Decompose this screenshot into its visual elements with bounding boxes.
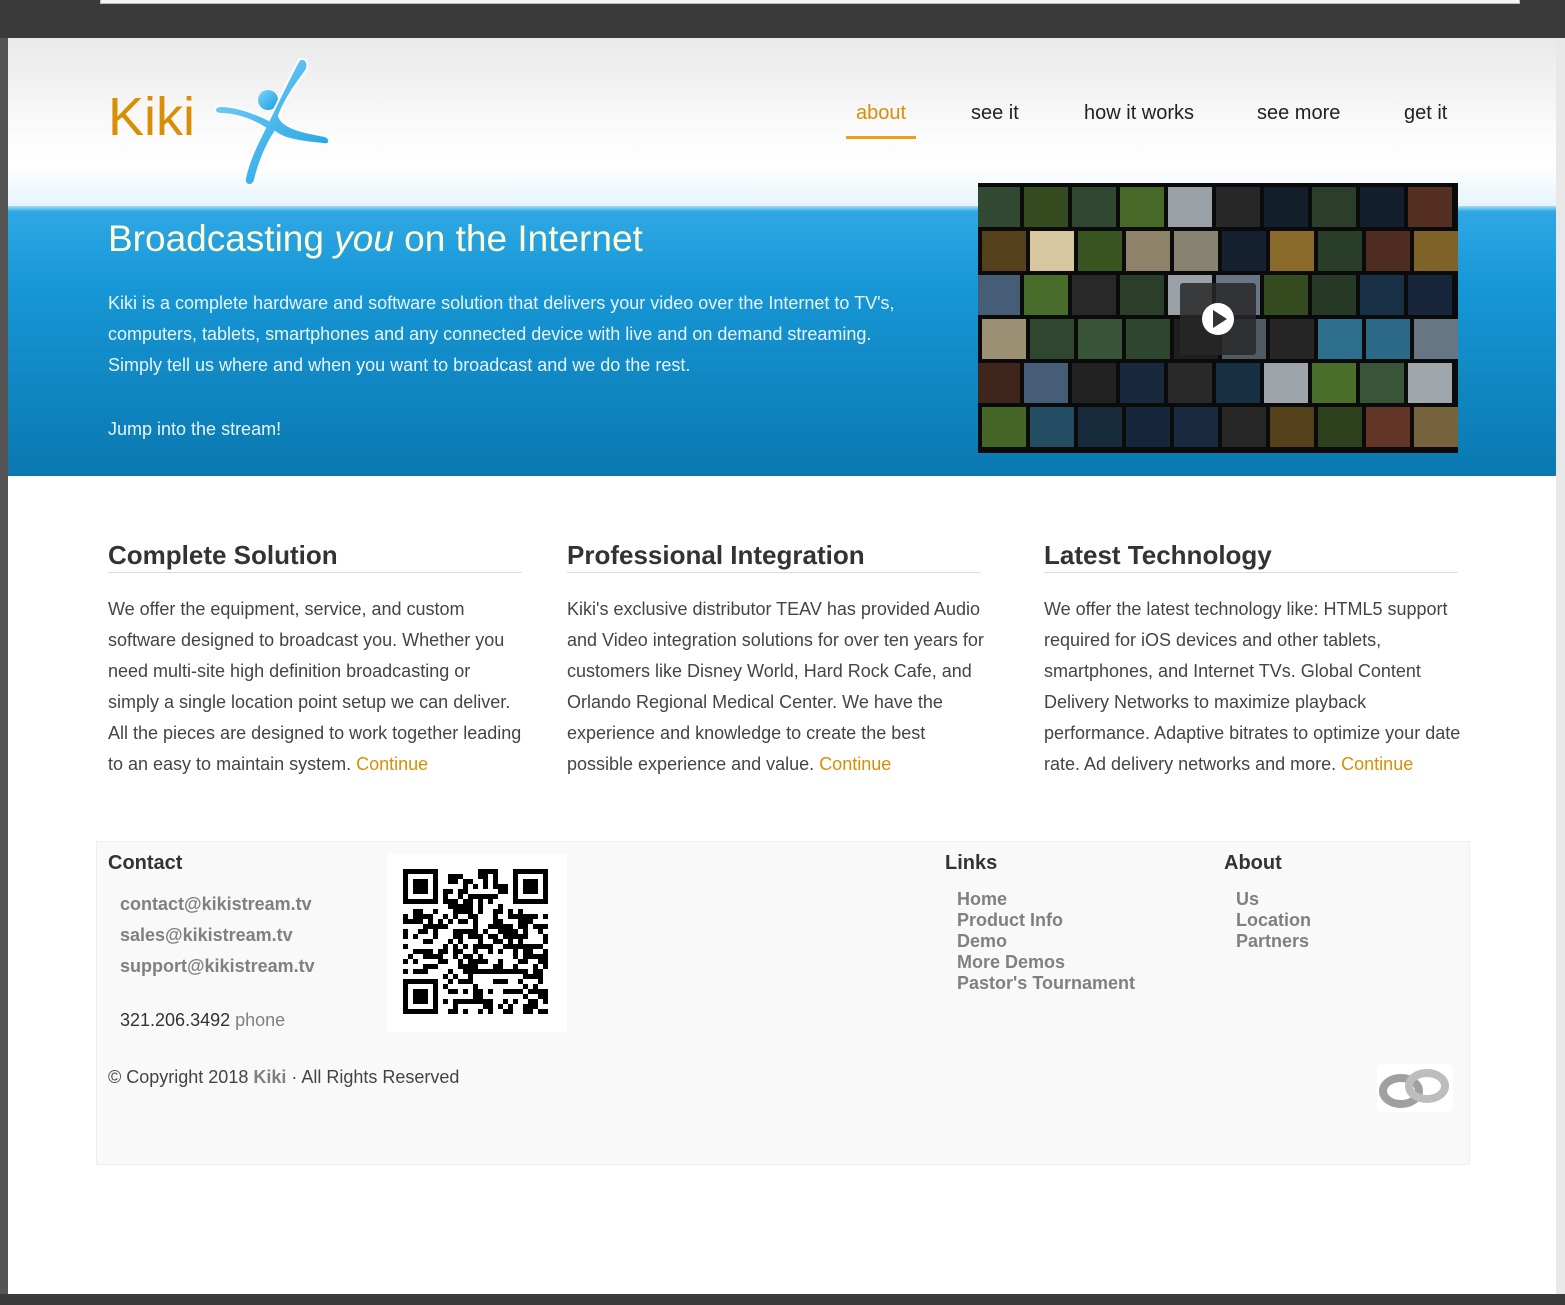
footer-link-demo[interactable]: Demo bbox=[957, 931, 1007, 952]
hero-title: Broadcasting you on the Internet bbox=[108, 218, 643, 259]
col-professional-integration-title: Professional Integration bbox=[567, 540, 865, 570]
browser-chrome-top bbox=[0, 0, 1565, 38]
divider bbox=[567, 572, 981, 573]
copyright-brand-link[interactable]: Kiki bbox=[253, 1067, 286, 1087]
divider bbox=[108, 572, 522, 573]
email-sales-link[interactable]: sales@kikistream.tv bbox=[120, 925, 293, 946]
hero-tagline: Jump into the stream! bbox=[108, 419, 282, 439]
phone-number: 321.206.3492 phone bbox=[120, 1010, 286, 1030]
continue-link[interactable]: Continue bbox=[819, 754, 891, 774]
footer-link-product-info[interactable]: Product Info bbox=[957, 910, 1063, 931]
footer-link-partners[interactable]: Partners bbox=[1236, 931, 1309, 952]
nav-active-indicator bbox=[846, 136, 916, 139]
play-button[interactable] bbox=[1180, 283, 1256, 355]
footer-link-pastors-tournament[interactable]: Pastor's Tournament bbox=[957, 973, 1135, 994]
continue-link[interactable]: Continue bbox=[356, 754, 428, 774]
email-contact-link[interactable]: contact@kikistream.tv bbox=[120, 894, 312, 915]
site-footer: Contact contact@kikistream.tv sales@kiki… bbox=[96, 841, 1470, 1165]
footer-contact-heading: Contact bbox=[108, 852, 183, 874]
footer-links-heading: Links bbox=[945, 852, 998, 874]
nav-how-it-works[interactable]: how it works bbox=[1084, 102, 1194, 125]
email-support-link[interactable]: support@kikistream.tv bbox=[120, 956, 315, 977]
qr-code-icon bbox=[403, 869, 548, 1014]
nav-see-it[interactable]: see it bbox=[971, 102, 1019, 125]
continue-link[interactable]: Continue bbox=[1341, 754, 1413, 774]
address-bar[interactable] bbox=[100, 0, 1520, 4]
nav-about[interactable]: about bbox=[856, 102, 906, 125]
play-icon bbox=[1202, 303, 1234, 335]
copyright: © Copyright 2018 Kiki · All Rights Reser… bbox=[108, 1067, 460, 1087]
col-professional-integration-text: Kiki's exclusive distributor TEAV has pr… bbox=[567, 599, 984, 774]
qr-code bbox=[387, 854, 567, 1032]
col-complete-solution-title: Complete Solution bbox=[108, 540, 338, 570]
footer-link-us[interactable]: Us bbox=[1236, 889, 1259, 910]
hero-description: Kiki is a complete hardware and software… bbox=[108, 293, 895, 375]
footer-link-home[interactable]: Home bbox=[957, 889, 1007, 910]
video-player[interactable] bbox=[978, 183, 1458, 453]
nav-get-it[interactable]: get it bbox=[1404, 102, 1447, 125]
scrollbar[interactable] bbox=[1556, 38, 1565, 1305]
col-complete-solution-text: We offer the equipment, service, and cus… bbox=[108, 599, 522, 774]
footer-about-heading: About bbox=[1224, 852, 1282, 874]
divider bbox=[1044, 572, 1458, 573]
footer-link-more-demos[interactable]: More Demos bbox=[957, 952, 1065, 973]
browser-chrome-bottom bbox=[0, 1294, 1565, 1305]
nav-see-more[interactable]: see more bbox=[1257, 102, 1340, 125]
col-latest-technology-title: Latest Technology bbox=[1044, 540, 1272, 570]
page: Kiki about see it how it works see more … bbox=[8, 38, 1556, 1294]
logo-splash-icon[interactable] bbox=[213, 54, 333, 190]
col-latest-technology-text: We offer the latest technology like: HTM… bbox=[1044, 599, 1461, 774]
partner-logo-icon[interactable] bbox=[1377, 1064, 1453, 1112]
logo-text[interactable]: Kiki bbox=[108, 86, 195, 148]
footer-link-location[interactable]: Location bbox=[1236, 910, 1311, 931]
